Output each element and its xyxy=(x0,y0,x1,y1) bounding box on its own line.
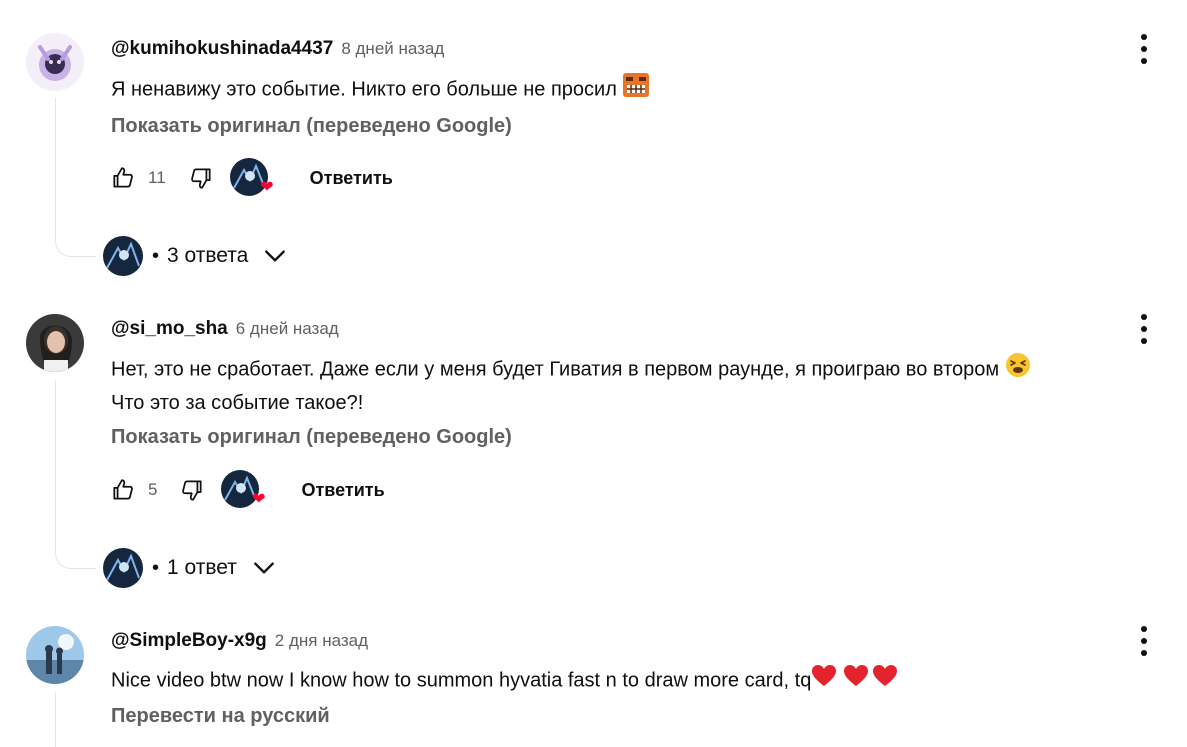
thread-line xyxy=(55,380,56,548)
menu-dot xyxy=(1141,338,1147,344)
thread-curve xyxy=(55,236,96,257)
like-count: 5 xyxy=(148,480,158,499)
more-actions-menu[interactable] xyxy=(1134,626,1154,656)
thumb-down-icon xyxy=(190,168,211,189)
like-count: 11 xyxy=(148,168,166,187)
comment-time[interactable]: 8 дней назад xyxy=(341,39,444,59)
dislike-button[interactable] xyxy=(186,163,216,193)
menu-dot xyxy=(1141,638,1147,644)
menu-dot xyxy=(1141,314,1147,320)
thumb-up-icon xyxy=(113,167,133,188)
avatar[interactable] xyxy=(26,314,84,372)
menu-dot xyxy=(1141,626,1147,632)
comment-text-line: Нет, это не сработает. Даже если у меня … xyxy=(111,358,1000,381)
translate-link[interactable]: Перевести на русский xyxy=(111,705,330,728)
creator-avatar xyxy=(103,548,143,588)
thread-line xyxy=(55,692,56,747)
menu-dot xyxy=(1141,58,1147,64)
heart-icon: ❤ xyxy=(252,491,266,508)
menu-dot xyxy=(1141,34,1147,40)
reply-button[interactable]: Ответить xyxy=(301,480,384,501)
comment-author[interactable]: @kumihokushinada4437 xyxy=(111,38,333,60)
comment-author[interactable]: @si_mo_sha xyxy=(111,318,228,340)
comment-text: Я ненавижу это событие. Никто его больше… xyxy=(111,72,650,108)
like-button[interactable] xyxy=(108,163,138,193)
view-replies-button[interactable]: • 3 ответа xyxy=(103,236,288,276)
comment-header: @SimpleBoy-x9g 2 дня назад xyxy=(111,630,368,652)
menu-dot xyxy=(1141,650,1147,656)
comment-text: Nice video btw now I know how to summon … xyxy=(111,663,898,699)
show-original-link[interactable]: Показать оригинал (переведено Google) xyxy=(111,115,512,138)
comment-header: @kumihokushinada4437 8 дней назад xyxy=(111,38,444,60)
avatar[interactable] xyxy=(26,626,84,684)
tired-face-emoji xyxy=(1005,352,1031,388)
thread-curve xyxy=(55,548,96,569)
separator-dot: • xyxy=(152,556,160,579)
thread-line xyxy=(55,98,56,236)
like-button[interactable] xyxy=(108,475,138,505)
comment-author[interactable]: @SimpleBoy-x9g xyxy=(111,630,267,652)
comment-actions: 5 ❤ Ответить xyxy=(108,470,385,510)
replies-count-label: 3 ответа xyxy=(167,244,249,267)
comment-text-line: Я ненавижу это событие. Никто его больше… xyxy=(111,78,617,101)
comment-text: Нет, это не сработает. Даже если у меня … xyxy=(111,352,1031,419)
reply-button[interactable]: Ответить xyxy=(310,168,393,189)
more-actions-menu[interactable] xyxy=(1134,34,1154,64)
view-replies-button[interactable]: • 1 ответ xyxy=(103,548,277,588)
heart-icon: ❤ xyxy=(260,179,274,196)
comment-text-line: Nice video btw now I know how to summon … xyxy=(111,669,812,692)
comment-actions: 11 ❤ Ответить xyxy=(108,158,393,198)
comment-text-line: Что это за событие такое?! xyxy=(111,392,364,414)
more-actions-menu[interactable] xyxy=(1134,314,1154,344)
creator-avatar xyxy=(103,236,143,276)
avatar[interactable] xyxy=(26,33,84,91)
thumb-down-icon xyxy=(182,480,203,501)
menu-dot xyxy=(1141,46,1147,52)
show-original-link[interactable]: Показать оригинал (переведено Google) xyxy=(111,426,512,449)
comment-time[interactable]: 2 дня назад xyxy=(275,631,368,651)
thumb-up-icon xyxy=(113,479,133,500)
dislike-button[interactable] xyxy=(177,475,207,505)
comment-header: @si_mo_sha 6 дней назад xyxy=(111,318,339,340)
creator-heart-badge: ❤ xyxy=(221,470,265,510)
replies-count-label: 1 ответ xyxy=(167,556,237,579)
chevron-down-icon xyxy=(254,562,274,574)
creator-heart-badge: ❤ xyxy=(229,158,274,198)
separator-dot: • xyxy=(152,244,160,267)
menu-dot xyxy=(1141,326,1147,332)
red-heart-emoji xyxy=(811,663,898,699)
angry-face-emoji xyxy=(622,72,650,108)
comment-time[interactable]: 6 дней назад xyxy=(236,319,339,339)
chevron-down-icon xyxy=(265,250,286,262)
